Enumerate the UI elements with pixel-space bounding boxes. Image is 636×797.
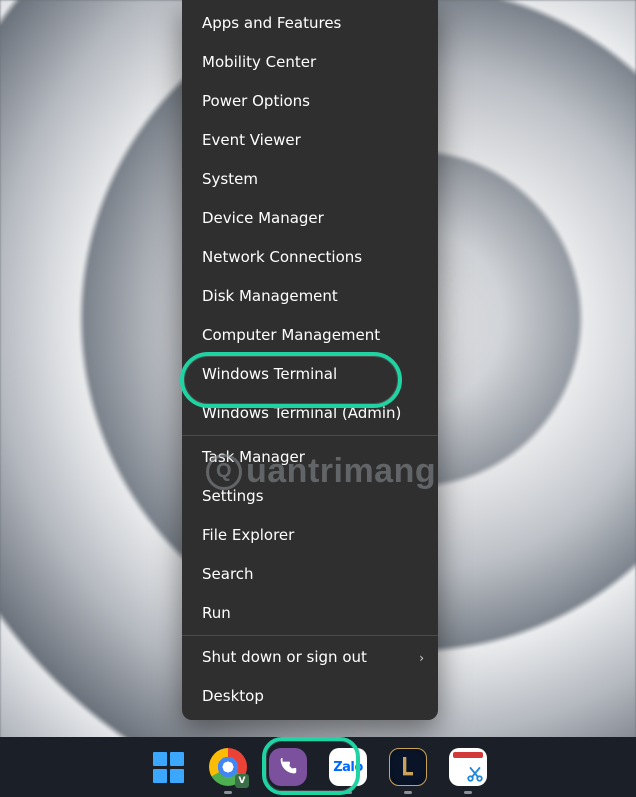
menu-item-computer-management[interactable]: Computer Management	[182, 316, 438, 355]
chrome-icon: V	[209, 748, 247, 786]
menu-item-label: Event Viewer	[202, 131, 301, 149]
menu-item-apps-features[interactable]: Apps and Features	[182, 4, 438, 43]
menu-item-label: Disk Management	[202, 287, 338, 305]
menu-item-system[interactable]: System	[182, 160, 438, 199]
taskbar-item-snipping-tool[interactable]	[447, 746, 489, 788]
menu-item-label: Windows Terminal (Admin)	[202, 404, 401, 422]
menu-item-label: System	[202, 170, 258, 188]
taskbar-item-viber[interactable]	[267, 746, 309, 788]
menu-item-search[interactable]: Search	[182, 555, 438, 594]
menu-item-label: Power Options	[202, 92, 310, 110]
menu-item-disk-management[interactable]: Disk Management	[182, 277, 438, 316]
menu-item-file-explorer[interactable]: File Explorer	[182, 516, 438, 555]
chevron-right-icon: ›	[419, 652, 424, 664]
menu-divider	[182, 435, 438, 436]
snipping-tool-icon	[449, 748, 487, 786]
zalo-label: Zalo	[333, 760, 363, 775]
zalo-icon: Zalo	[329, 748, 367, 786]
menu-item-network-connections[interactable]: Network Connections	[182, 238, 438, 277]
menu-item-mobility-center[interactable]: Mobility Center	[182, 43, 438, 82]
league-of-legends-icon	[389, 748, 427, 786]
menu-item-label: Computer Management	[202, 326, 380, 344]
menu-item-label: Mobility Center	[202, 53, 316, 71]
menu-item-shut-down[interactable]: Shut down or sign out ›	[182, 638, 438, 677]
taskbar: V Zalo	[0, 737, 636, 797]
menu-item-label: Search	[202, 565, 254, 583]
chrome-profile-badge-icon: V	[235, 774, 249, 788]
menu-item-label: Settings	[202, 487, 264, 505]
menu-item-run[interactable]: Run	[182, 594, 438, 633]
menu-item-windows-terminal-admin[interactable]: Windows Terminal (Admin)	[182, 394, 438, 433]
taskbar-item-chrome[interactable]: V	[207, 746, 249, 788]
menu-item-label: Shut down or sign out	[202, 648, 367, 666]
menu-item-device-manager[interactable]: Device Manager	[182, 199, 438, 238]
menu-item-desktop[interactable]: Desktop	[182, 677, 438, 716]
menu-divider	[182, 635, 438, 636]
menu-item-label: File Explorer	[202, 526, 294, 544]
start-button[interactable]	[147, 746, 189, 788]
windows-logo-icon	[153, 752, 184, 783]
menu-item-label: Apps and Features	[202, 14, 341, 32]
viber-icon	[269, 748, 307, 786]
menu-item-power-options[interactable]: Power Options	[182, 82, 438, 121]
menu-item-windows-terminal[interactable]: Windows Terminal	[182, 355, 438, 394]
taskbar-item-zalo[interactable]: Zalo	[327, 746, 369, 788]
menu-item-task-manager[interactable]: Task Manager	[182, 438, 438, 477]
menu-item-label: Desktop	[202, 687, 264, 705]
menu-item-event-viewer[interactable]: Event Viewer	[182, 121, 438, 160]
menu-item-label: Network Connections	[202, 248, 362, 266]
taskbar-item-league-of-legends[interactable]	[387, 746, 429, 788]
menu-item-label: Run	[202, 604, 231, 622]
menu-item-label: Device Manager	[202, 209, 324, 227]
winx-context-menu: Apps and Features Mobility Center Power …	[182, 0, 438, 720]
menu-item-label: Windows Terminal	[202, 365, 337, 383]
menu-item-settings[interactable]: Settings	[182, 477, 438, 516]
menu-item-label: Task Manager	[202, 448, 305, 466]
